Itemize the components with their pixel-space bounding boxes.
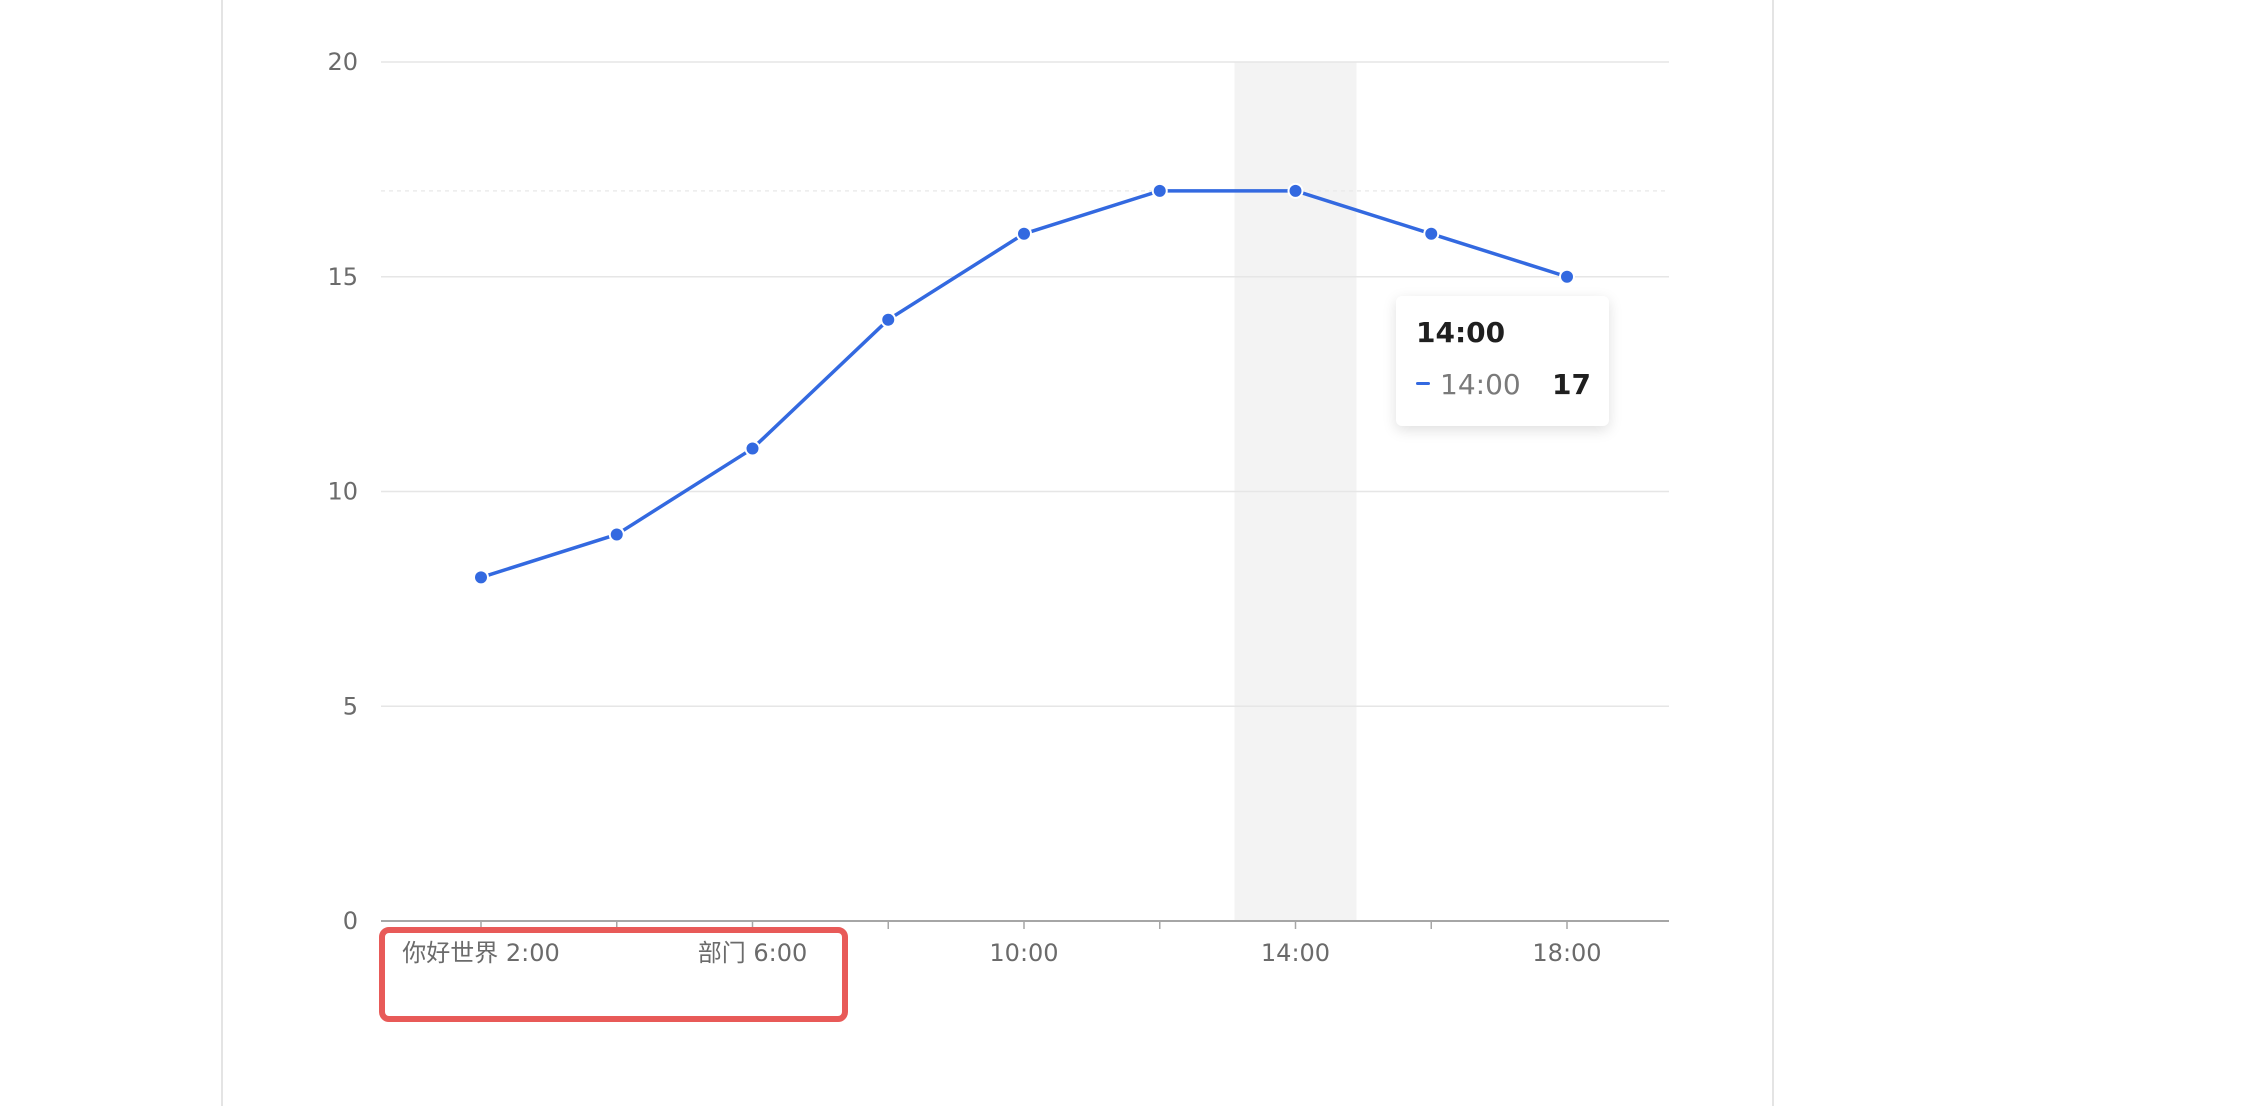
y-tick-label: 0 xyxy=(343,907,358,935)
tooltip-title: 14:00 xyxy=(1416,316,1506,349)
y-tick-label: 20 xyxy=(327,48,358,76)
chart-tooltip: 14:00 14:00 17 xyxy=(1396,296,1609,426)
data-point xyxy=(608,526,625,543)
annotation-highlight-box xyxy=(379,927,848,1022)
x-tick-label: 10:00 xyxy=(989,939,1058,967)
x-tick-label: 14:00 xyxy=(1261,939,1330,967)
tooltip-series-value: 17 xyxy=(1552,368,1591,401)
x-tick-label: 18:00 xyxy=(1532,939,1601,967)
data-point xyxy=(880,311,897,328)
y-tick-label: 5 xyxy=(343,692,358,720)
y-tick-label: 10 xyxy=(327,478,358,506)
data-point xyxy=(1559,268,1575,285)
tooltip-series-marker xyxy=(1416,382,1430,385)
data-point xyxy=(1287,182,1304,199)
tooltip-series-name: 14:00 xyxy=(1440,368,1521,401)
line-chart: 05101520 你好世界 2:00 部门 6:00 10:00 14:00 18:00 xyxy=(327,48,1669,967)
data-point xyxy=(744,440,761,457)
data-point xyxy=(473,569,489,586)
y-tick-label: 15 xyxy=(327,263,358,291)
data-point xyxy=(1151,182,1168,199)
tooltip-row: 14:00 17 xyxy=(1416,368,1591,401)
data-point xyxy=(1423,225,1440,242)
data-point xyxy=(1016,225,1032,242)
